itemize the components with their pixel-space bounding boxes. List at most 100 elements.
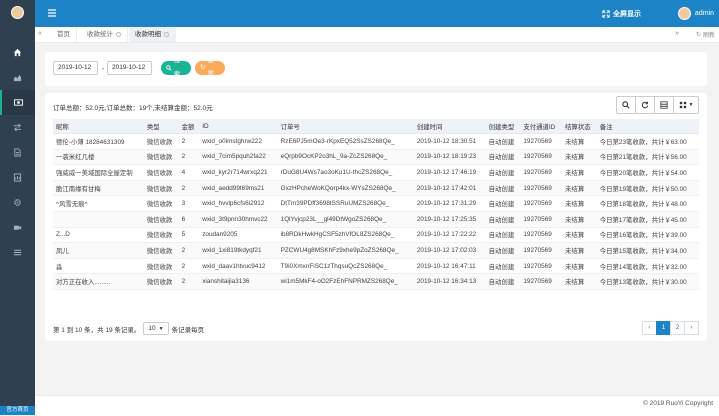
sidebar-item-home[interactable]: [0, 40, 35, 65]
cell-create-type: 自动创建: [485, 227, 521, 244]
tabs-bar: « 首页 收款统计 收款明细 » ↻ 刷新: [35, 27, 719, 43]
sidebar-item-settings[interactable]: [0, 190, 35, 215]
fullscreen-label: 全屏显示: [613, 11, 641, 18]
sidebar-user[interactable]: [0, 0, 35, 25]
cell-note: 今日第17笔收款，共计￥45.00: [596, 211, 699, 228]
page-1-button[interactable]: 1: [656, 321, 671, 335]
cell-amount: 5: [178, 227, 200, 244]
page-size-value: 10: [148, 324, 156, 332]
table-row[interactable]: ^风雪无痕^ 微信收款 3 wxid_hvvlp6cfs6i2912 DtTm39PDf…: [53, 195, 699, 212]
page-2-button[interactable]: 2: [670, 321, 685, 335]
tabs-scroll-left-icon[interactable]: «: [38, 30, 48, 39]
sidebar-item-video[interactable]: [0, 215, 35, 240]
table-row[interactable]: 脆江南缘有甘梅 微信收款 2 wxid_aedd99t69ms21 GxzHPcheWo…: [53, 180, 699, 197]
column-header-note[interactable]: 备注: [596, 119, 699, 134]
tab-details[interactable]: 收款明细: [129, 27, 176, 42]
page-size-select[interactable]: 10 ▼: [143, 322, 169, 335]
cell-channel-id: 19270569: [520, 211, 563, 228]
cell-nickname: ^风雪无痕^: [53, 195, 144, 212]
cell-settle-status: 未结算: [562, 258, 597, 275]
cell-settle-status: 未结算: [562, 149, 597, 166]
table-row[interactable]: Z...D 微信收款 5 zoudan9205 ib8RDkHwkHgCSF5zhVfO…: [53, 227, 699, 244]
column-header-type[interactable]: 类型: [143, 119, 179, 134]
cell-create-type: 自动创建: [485, 164, 521, 181]
cell-channel-id: 19270569: [520, 149, 563, 166]
cell-type: 微信收款: [143, 258, 179, 275]
avatar[interactable]: [11, 6, 24, 19]
cell-note: 今日第13笔收款，共计￥30.00: [596, 273, 699, 290]
fullscreen-button[interactable]: 全屏显示: [602, 9, 641, 19]
menu-toggle-icon[interactable]: [47, 8, 57, 18]
column-header-settle-status[interactable]: 结算状态: [562, 119, 597, 134]
sidebar-item-document[interactable]: [0, 140, 35, 165]
refresh-icon: ↻: [200, 64, 206, 71]
table-row[interactable]: 强威威一美域国际全屋定制 微信收款 4 wxid_kyr2r714wrxq221 rDu…: [53, 164, 699, 181]
sidebar-item-report[interactable]: [0, 165, 35, 190]
tab-home[interactable]: 首页: [51, 27, 77, 42]
table-row[interactable]: 凤儿 微信收款 2 wxid_1xi819tkdyqf21 PZCWU4g8MSKhFz…: [53, 242, 699, 259]
cell-note: 今日第19笔收款，共计￥50.00: [596, 180, 699, 197]
username: admin: [694, 10, 714, 17]
cell-type: 微信收款: [143, 164, 179, 181]
cell-order-no: RzE6PJ5mOe3-rKpxEQ52SsZS268Qe_: [277, 133, 414, 150]
search-button[interactable]: 搜索: [161, 57, 191, 78]
cell-note: 今日第16笔收款，共计￥39.00: [596, 227, 699, 244]
next-page-button[interactable]: ›: [684, 321, 699, 335]
column-header-order-no[interactable]: 订单号: [277, 119, 414, 134]
cell-channel-id: 19270569: [520, 133, 563, 150]
cell-note: 今日第14笔收款，共计￥32.00: [596, 258, 699, 275]
column-header-nickname[interactable]: 昵称: [53, 119, 144, 134]
end-date-input[interactable]: 2019-10-12: [107, 61, 152, 75]
table-row[interactable]: 淼微信收款 2 wxid_daav1htvuc9412 T9i0XmxnFiSC1zT…: [53, 258, 699, 275]
cell-created-time: 2019-10-12 17:42:01: [413, 180, 486, 197]
column-header-channel-id[interactable]: 支付通道ID: [520, 119, 563, 134]
cell-order-no: 1QlYvjcp23L__gl49DtWgoZS268Qe_: [277, 211, 414, 228]
refresh-tab-button[interactable]: ↻ 刷新: [696, 30, 715, 39]
tab-stats[interactable]: 收款统计: [81, 27, 128, 42]
toggle-search-button[interactable]: [616, 96, 636, 114]
column-header-id[interactable]: ID: [199, 119, 278, 134]
user-menu[interactable]: admin: [677, 7, 714, 20]
table-row[interactable]: 对方正在收入......... 微信收款 2 xianshitaijia3136 wi1…: [53, 273, 699, 290]
tab-label: 收款明细: [135, 31, 161, 38]
cell-note: 今日第20笔收款，共计￥54.00: [596, 164, 699, 181]
table-row[interactable]: 微信收款 6 wxid_3t9pnn30hmvc22 1QlYvjcp23L__gl4…: [53, 211, 699, 228]
toggle-view-button[interactable]: [654, 96, 674, 114]
sidebar-item-list[interactable]: [0, 240, 35, 265]
table-row[interactable]: 一袭米红几楼 微信收款 2 wxid_7cim5pquh2fa22 eQrpb9OcKP…: [53, 149, 699, 166]
columns-dropdown-button[interactable]: ▼: [673, 96, 699, 114]
home-icon: [13, 48, 22, 57]
cell-create-type: 自动创建: [485, 133, 521, 150]
search-icon: [622, 101, 630, 109]
tabs-scroll-right-icon[interactable]: »: [675, 30, 679, 37]
cell-id: wxid_aedd99t69ms21: [199, 180, 278, 197]
cell-channel-id: 19270569: [520, 242, 563, 259]
cell-id: zoudan9205: [199, 227, 278, 244]
sidebar-official-link[interactable]: 官方首页: [0, 406, 35, 415]
sidebar-item-chart[interactable]: [0, 65, 35, 90]
refresh-table-button[interactable]: [635, 96, 655, 114]
close-icon[interactable]: [116, 31, 121, 37]
column-header-create-type[interactable]: 创建类型: [485, 119, 521, 134]
cell-order-no: GxzHPcheWoKQorp4kx-WYsZS268Qe_: [277, 180, 414, 197]
cell-nickname: 脆江南缘有甘梅: [53, 180, 144, 197]
cell-nickname: 对方正在收入.........: [53, 273, 144, 290]
cell-amount: 2: [178, 258, 200, 275]
cell-note: 今日第23笔收款，共计￥63.00: [596, 133, 699, 150]
cell-nickname: 强威威一美域国际全屋定制: [53, 164, 144, 181]
cell-id: wxid_kyr2r714wrxq221: [199, 164, 278, 181]
close-icon[interactable]: [164, 31, 169, 37]
reset-button[interactable]: ↻ 重置: [195, 57, 225, 78]
cell-type: 微信收款: [143, 133, 179, 150]
column-header-amount[interactable]: 金额: [178, 119, 200, 134]
sidebar-item-money[interactable]: [0, 90, 35, 115]
table-header-row: 昵称 类型 金额 ID 订单号 创建时间 创建类型 支付通道ID 结算状态 备注: [53, 119, 699, 134]
sidebar-item-exchange[interactable]: [0, 115, 35, 140]
table-body: 德伦-小薄 18284631309 微信收款 2 wxid_o0imstghrw222…: [53, 133, 699, 290]
cell-order-no: PZCWU4g8MSKhFz9xhe9pZoZS268Qe_: [277, 242, 414, 259]
prev-page-button[interactable]: ‹: [642, 321, 657, 335]
cell-created-time: 2019-10-12 16:34:13: [413, 273, 486, 290]
column-header-created-time[interactable]: 创建时间: [413, 119, 486, 134]
table-row[interactable]: 德伦-小薄 18284631309 微信收款 2 wxid_o0imstghrw222…: [53, 133, 699, 150]
start-date-input[interactable]: 2019-10-12: [53, 61, 98, 75]
